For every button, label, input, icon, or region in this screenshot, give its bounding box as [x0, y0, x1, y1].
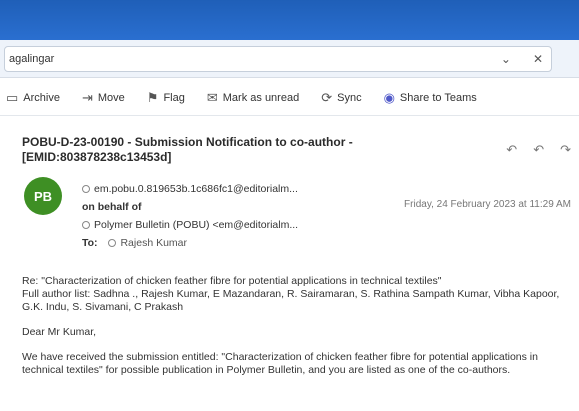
teams-icon: ◉ — [383, 89, 395, 105]
from-address: em.pobu.0.819653b.1c686fc1@editorialm... — [94, 183, 298, 195]
on-behalf-of: on behalf of — [82, 201, 142, 213]
mark-unread-label: Mark as unread — [222, 91, 300, 104]
share-to-teams-label: Share to Teams — [399, 91, 477, 104]
close-icon[interactable]: ✕ — [533, 52, 543, 66]
contact-status-icon — [82, 185, 90, 194]
sender-row[interactable]: Polymer Bulletin (POBU) <em@editorialm..… — [82, 216, 298, 234]
message-toolbar: ▭ Archive ⇥ Move ⚑ Flag ✉ Mark as unread… — [0, 80, 579, 116]
move-label: Move — [97, 91, 125, 104]
from-address-row[interactable]: em.pobu.0.819653b.1c686fc1@editorialm... — [82, 180, 298, 198]
archive-icon: ▭ — [6, 89, 19, 105]
sender-block: em.pobu.0.819653b.1c686fc1@editorialm...… — [82, 180, 298, 252]
forward-icon[interactable]: ↷ — [560, 142, 571, 158]
reply-icon[interactable]: ↶ — [506, 142, 517, 158]
share-to-teams-button[interactable]: ◉ Share to Teams — [384, 90, 477, 106]
to-row: To: Rajesh Kumar — [82, 234, 298, 252]
email-subject: POBU-D-23-00190 - Submission Notificatio… — [22, 135, 353, 164]
archive-button[interactable]: ▭ Archive — [6, 90, 60, 106]
recipient-chip[interactable]: Rajesh Kumar — [108, 237, 187, 249]
sync-icon: ⟳ — [321, 89, 333, 105]
reply-all-icon[interactable]: ↶ — [533, 142, 544, 158]
reply-actions: ↶ ↶ ↷ — [506, 142, 571, 158]
search-input[interactable]: agalingar — [4, 46, 552, 72]
contact-status-icon — [108, 239, 117, 248]
greeting: Dear Mr Kumar, — [22, 326, 97, 338]
recipient-name: Rajesh Kumar — [120, 237, 187, 249]
mark-unread-icon: ✉ — [206, 89, 218, 105]
re-line-text: Re: "Characterization of chicken feather… — [22, 275, 442, 287]
email-date: Friday, 24 February 2023 at 11:29 AM — [404, 199, 571, 210]
to-label: To: — [82, 237, 98, 249]
contact-status-icon — [82, 221, 90, 230]
authors-text: Full author list: Sadhna ., Rajesh Kumar… — [22, 288, 560, 313]
avatar[interactable]: PB — [24, 177, 62, 215]
body-re-line: Re: "Characterization of chicken feather… — [22, 275, 574, 314]
move-button[interactable]: ⇥ Move — [82, 90, 125, 106]
body-paragraph: We have received the submission entitled… — [22, 351, 538, 376]
search-actions: ⌄ ✕ — [501, 52, 543, 66]
move-icon: ⇥ — [81, 89, 93, 105]
mark-unread-button[interactable]: ✉ Mark as unread — [207, 90, 299, 106]
chevron-down-icon[interactable]: ⌄ — [501, 52, 511, 66]
sync-button[interactable]: ⟳ Sync — [321, 90, 361, 106]
search-bar: agalingar ⌄ ✕ — [0, 40, 579, 78]
flag-button[interactable]: ⚑ Flag — [147, 90, 185, 106]
sync-label: Sync — [337, 91, 362, 104]
flag-label: Flag — [163, 91, 185, 104]
archive-label: Archive — [23, 91, 60, 104]
window-title-bar — [0, 0, 579, 40]
sender-name: Polymer Bulletin (POBU) <em@editorialm..… — [94, 219, 299, 231]
email-body: Re: "Characterization of chicken feather… — [22, 275, 574, 389]
flag-icon: ⚑ — [146, 89, 159, 105]
